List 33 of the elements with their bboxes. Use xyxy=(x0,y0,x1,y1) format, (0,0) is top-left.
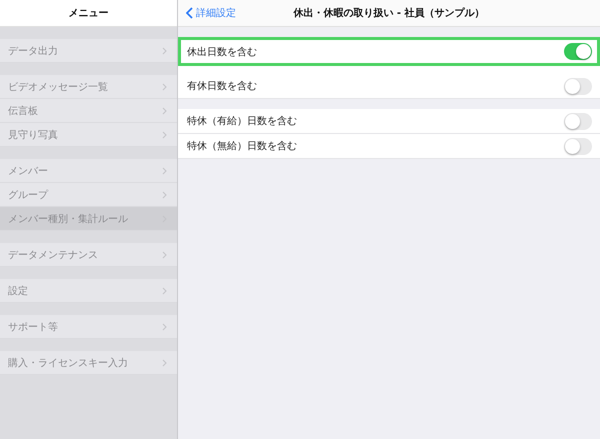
setting-label: 特休（無給）日数を含む xyxy=(187,140,297,153)
chevron-icon xyxy=(162,130,167,138)
menu-item[interactable]: 伝言板 xyxy=(0,99,177,123)
menu-item[interactable]: ビデオメッセージ一覧 xyxy=(0,75,177,99)
toggle-switch[interactable] xyxy=(564,138,592,154)
setting-label: 特休（有給）日数を含む xyxy=(187,114,297,128)
setting-label: 休出日数を含む xyxy=(187,46,257,58)
back-link[interactable]: 詳細設定 xyxy=(186,6,236,20)
chevron-icon xyxy=(162,286,167,294)
chevron-icon xyxy=(162,166,167,174)
menu-title: メニュー xyxy=(68,7,108,20)
setting-label: 有休日数を含む xyxy=(187,80,257,93)
toggle-switch[interactable] xyxy=(564,78,592,94)
menu-item[interactable]: サポート等 xyxy=(0,315,177,339)
menu-item[interactable]: グループ xyxy=(0,183,177,207)
chevron-icon xyxy=(162,322,167,330)
menu-item[interactable]: データメンテナンス xyxy=(0,243,177,267)
menu-item[interactable]: メンバー種別・集計ルール xyxy=(0,207,177,231)
chevron-icon xyxy=(162,358,167,366)
menu-item[interactable]: 設定 xyxy=(0,279,177,303)
menu-item[interactable]: データ出力 xyxy=(0,39,177,63)
toggle-switch[interactable] xyxy=(564,43,592,60)
toggle-switch[interactable] xyxy=(564,112,592,130)
chevron-icon xyxy=(162,46,167,54)
chevron-icon xyxy=(162,190,167,198)
detail-title: 休出・休暇の取り扱い - 社員（サンプル） xyxy=(293,6,485,20)
chevron-icon xyxy=(162,106,167,114)
chevron-icon xyxy=(162,82,167,90)
menu-item[interactable]: メンバー xyxy=(0,159,177,183)
menu-item[interactable]: 購入・ライセンスキー入力 xyxy=(0,351,177,375)
chevron-icon xyxy=(162,250,167,258)
menu-item[interactable]: 見守り写真 xyxy=(0,123,177,147)
back-icon xyxy=(186,7,193,19)
